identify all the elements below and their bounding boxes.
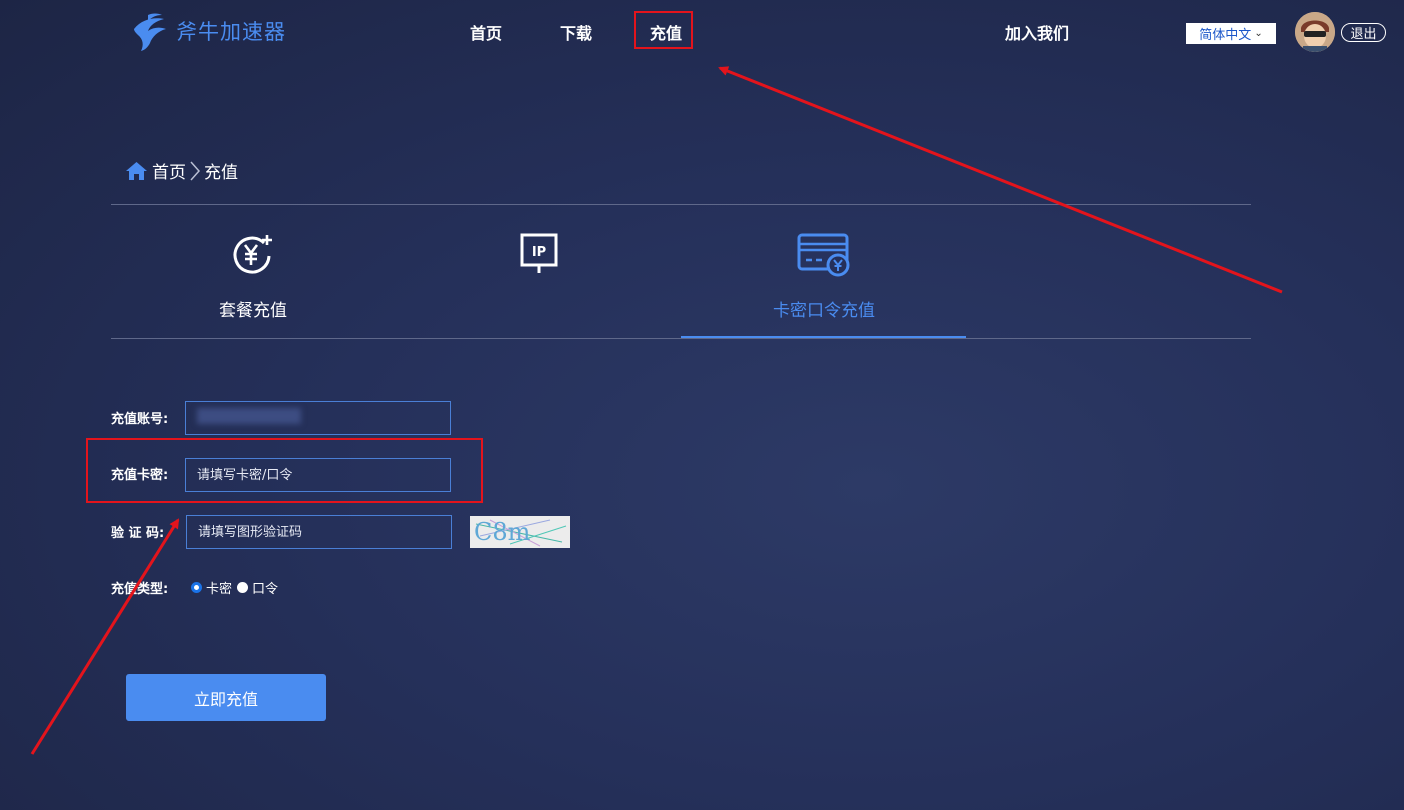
captcha-label: 验 证 码: [111, 526, 165, 541]
radio-card-label[interactable]: 卡密 [206, 578, 232, 597]
divider-tabs [111, 338, 1251, 339]
logo-text: 斧牛加速器 [176, 20, 286, 44]
logout-button[interactable]: 退出 [1341, 23, 1386, 42]
chevron-down-icon: ⌄ [1254, 28, 1263, 39]
type-label: 充值类型: [111, 582, 169, 597]
logo-icon [134, 13, 166, 51]
divider-top [111, 204, 1251, 205]
language-select[interactable]: 简体中文 ⌄ [1186, 23, 1276, 44]
radio-card[interactable] [191, 582, 202, 593]
tab-package-recharge[interactable]: 套餐充值 [110, 230, 396, 338]
radio-code[interactable] [237, 582, 249, 593]
card-yuan-icon [797, 233, 850, 277]
recharge-type-radio-group: 卡密 口令 [191, 578, 283, 597]
tab-ip[interactable]: IP [396, 230, 682, 338]
tab-package-recharge-label: 套餐充值 [219, 301, 287, 321]
captcha-text: C8m [474, 518, 531, 546]
svg-text:IP: IP [532, 245, 546, 260]
breadcrumb-current: 充值 [204, 163, 238, 183]
nav-recharge-highlight [634, 11, 693, 49]
nav-download[interactable]: 下载 [560, 20, 592, 44]
language-select-value: 简体中文 [1199, 28, 1252, 43]
submit-recharge-button[interactable]: 立即充值 [126, 674, 326, 721]
account-value-redacted [197, 408, 301, 424]
radio-code-label[interactable]: 口令 [252, 578, 278, 597]
avatar-face-icon [1295, 12, 1335, 52]
yuan-plus-icon [233, 235, 272, 274]
tab-card-password-recharge-label: 卡密口令充值 [773, 301, 875, 321]
ip-icon: IP [520, 233, 558, 273]
captcha-input[interactable] [186, 515, 452, 549]
home-icon [126, 161, 147, 180]
chevron-right-icon [190, 161, 201, 180]
logo[interactable]: 斧牛加速器 [128, 8, 298, 54]
nav-home[interactable]: 首页 [470, 20, 502, 44]
tab-card-password-recharge[interactable]: 卡密口令充值 [681, 230, 967, 338]
breadcrumb-home[interactable]: 首页 [152, 158, 186, 183]
avatar[interactable] [1295, 12, 1335, 52]
account-label: 充值账号: [111, 412, 169, 427]
breadcrumb: 首页 充值 [125, 158, 238, 183]
nav-join-us[interactable]: 加入我们 [1005, 20, 1069, 44]
card-field-highlight [86, 438, 483, 503]
captcha-image[interactable]: C8m [470, 516, 570, 548]
